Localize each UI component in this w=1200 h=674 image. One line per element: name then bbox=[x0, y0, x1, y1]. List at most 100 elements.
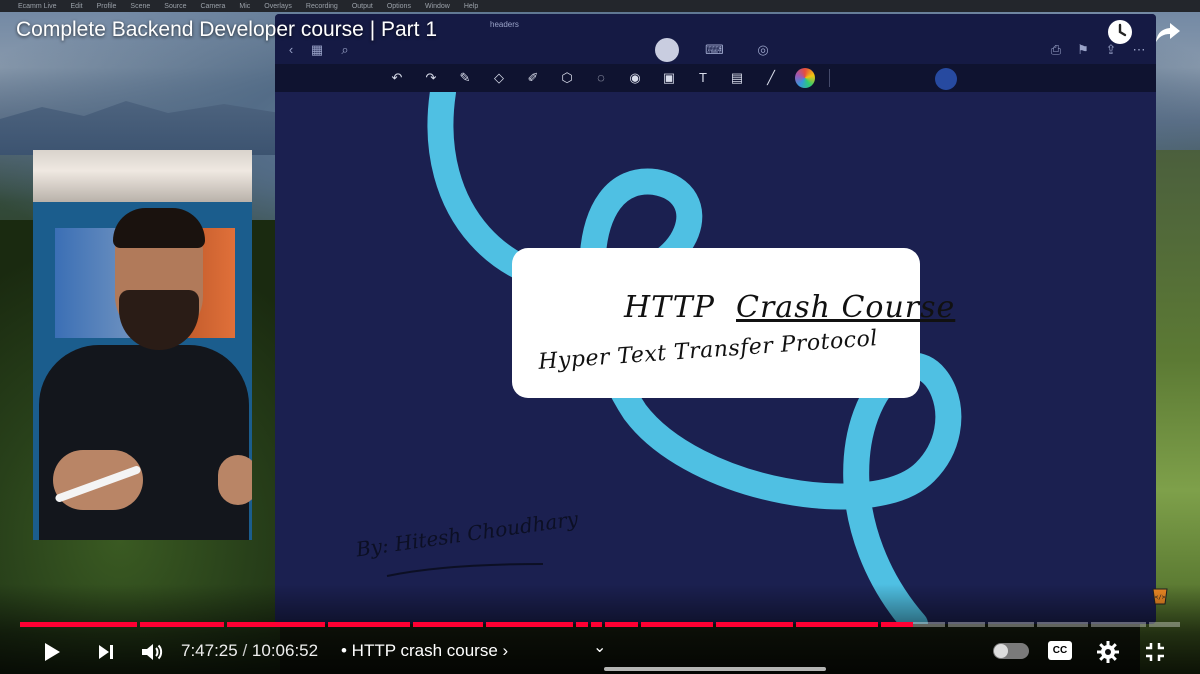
presenter-beard bbox=[119, 290, 199, 350]
menubar-item[interactable]: Overlays bbox=[264, 3, 292, 10]
progress-fill bbox=[20, 622, 138, 627]
progress-fill bbox=[327, 622, 410, 627]
progress-fill bbox=[641, 622, 713, 627]
eye-icon[interactable]: ◉ bbox=[625, 68, 645, 88]
lasso-icon[interactable]: ◌ bbox=[591, 68, 611, 88]
presenter-hair bbox=[113, 208, 205, 248]
autoplay-toggle[interactable] bbox=[993, 643, 1029, 659]
volume-icon bbox=[142, 644, 163, 660]
mic-icon[interactable]: ◎ bbox=[755, 42, 771, 58]
chapter-segment[interactable] bbox=[1090, 622, 1146, 627]
chapter-segment[interactable] bbox=[715, 622, 793, 627]
progress-fill bbox=[575, 622, 589, 627]
menubar-item[interactable]: Camera bbox=[200, 3, 225, 10]
byline-underline bbox=[386, 563, 544, 577]
title-http: HTTP Crash Course bbox=[624, 290, 956, 325]
chapter-segment[interactable] bbox=[140, 622, 225, 627]
title-crash-course: Crash Course bbox=[736, 290, 956, 325]
captions-button[interactable]: CC bbox=[1048, 641, 1072, 660]
menubar-item[interactable]: Recording bbox=[306, 3, 338, 10]
gear-icon bbox=[1097, 641, 1119, 663]
chapter-title[interactable]: • HTTP crash course › bbox=[341, 641, 508, 661]
menubar-item[interactable]: Options bbox=[387, 3, 411, 10]
chapter-segment[interactable] bbox=[1036, 622, 1088, 627]
grid-icon[interactable]: ▦ bbox=[309, 42, 325, 58]
play-button[interactable] bbox=[38, 638, 66, 666]
video-title[interactable]: Complete Backend Developer course | Part… bbox=[16, 18, 437, 42]
chapter-segment[interactable] bbox=[881, 622, 946, 627]
progress-fill bbox=[591, 622, 603, 627]
chapter-segment[interactable] bbox=[641, 622, 713, 627]
pause-toggle-knob bbox=[994, 644, 1008, 658]
redo-icon[interactable]: ↷ bbox=[421, 68, 441, 88]
mac-menubar: Ecamm Live Edit Profile Scene Source Camera Mi… bbox=[0, 0, 1200, 12]
presenter-body bbox=[39, 345, 249, 540]
menubar-item[interactable]: Profile bbox=[97, 3, 117, 10]
share-icon[interactable] bbox=[1154, 18, 1182, 46]
image-icon[interactable]: ▣ bbox=[659, 68, 679, 88]
drawing-toolbar: ↶ ↷ ✎ ◇ ✐ ⬡ ◌ ◉ ▣ T ▤ ╱ bbox=[275, 64, 1156, 92]
back-icon[interactable]: ‹ bbox=[283, 42, 299, 58]
scrub-handle-bar[interactable] bbox=[604, 667, 826, 671]
ruler-icon[interactable]: ╱ bbox=[761, 68, 781, 88]
chapter-segment[interactable] bbox=[591, 622, 603, 627]
chapter-segment[interactable] bbox=[412, 622, 483, 627]
menubar-item[interactable]: Mic bbox=[239, 3, 250, 10]
next-icon bbox=[99, 645, 113, 659]
clock-icon[interactable] bbox=[1106, 18, 1134, 46]
chapter-segment[interactable] bbox=[575, 622, 589, 627]
menubar-item[interactable]: Window bbox=[425, 3, 450, 10]
toolbar-divider bbox=[829, 69, 830, 87]
progress-bar[interactable] bbox=[20, 622, 1180, 627]
notes-canvas[interactable]: HTTP Crash Course Hyper Text Transfer Pr… bbox=[275, 92, 1156, 624]
bookmark-icon[interactable]: ⚑ bbox=[1075, 42, 1091, 58]
chapter-segment[interactable] bbox=[485, 622, 573, 627]
volume-button[interactable] bbox=[139, 638, 165, 666]
progress-fill bbox=[140, 622, 225, 627]
chapter-segment[interactable] bbox=[20, 622, 138, 627]
chapter-segment[interactable] bbox=[327, 622, 410, 627]
menubar-item[interactable]: Output bbox=[352, 3, 373, 10]
chapter-segment[interactable] bbox=[987, 622, 1034, 627]
chapter-segment[interactable] bbox=[605, 622, 639, 627]
chapter-segment[interactable] bbox=[795, 622, 879, 627]
pen-mode-icon[interactable] bbox=[655, 38, 679, 62]
camera-icon[interactable]: ▤ bbox=[727, 68, 747, 88]
menubar-item[interactable]: Edit bbox=[71, 3, 83, 10]
progress-fill bbox=[605, 622, 639, 627]
color-picker-icon[interactable] bbox=[795, 68, 815, 88]
settings-button[interactable] bbox=[1096, 638, 1120, 666]
undo-icon[interactable]: ↶ bbox=[387, 68, 407, 88]
pen-tool-icon[interactable]: ✎ bbox=[455, 68, 475, 88]
exit-fullscreen-icon bbox=[1146, 643, 1164, 661]
progress-fill bbox=[485, 622, 573, 627]
export-icon[interactable]: ⎙ bbox=[1048, 42, 1064, 58]
duration: 10:06:52 bbox=[251, 641, 319, 660]
text-icon[interactable]: T bbox=[693, 68, 713, 88]
chevron-down-icon[interactable]: ⌄ bbox=[593, 637, 606, 657]
webcam-ceiling bbox=[33, 150, 252, 202]
menubar-item[interactable]: Scene bbox=[130, 3, 150, 10]
chapter-segment[interactable] bbox=[227, 622, 325, 627]
highlighter-icon[interactable]: ✐ bbox=[523, 68, 543, 88]
next-button[interactable] bbox=[93, 638, 119, 666]
progress-fill bbox=[412, 622, 483, 627]
keyboard-icon[interactable]: ⌨ bbox=[705, 42, 724, 58]
chapter-segment[interactable] bbox=[948, 622, 985, 627]
presenter-right-hand bbox=[218, 455, 252, 505]
menubar-item[interactable]: Help bbox=[464, 3, 478, 10]
shapes-icon[interactable]: ⬡ bbox=[557, 68, 577, 88]
current-time: 7:47:25 bbox=[181, 641, 238, 660]
search-icon[interactable]: ⌕ bbox=[337, 42, 353, 58]
menubar-item[interactable]: Ecamm Live bbox=[18, 3, 57, 10]
chapter-segment[interactable] bbox=[1148, 622, 1180, 627]
progress-fill bbox=[881, 622, 914, 627]
current-color-swatch[interactable] bbox=[935, 68, 957, 90]
eraser-icon[interactable]: ◇ bbox=[489, 68, 509, 88]
menubar-item[interactable]: Source bbox=[164, 3, 186, 10]
title-card: HTTP Crash Course Hyper Text Transfer Pr… bbox=[512, 248, 954, 398]
notes-tab-label[interactable]: headers bbox=[490, 20, 519, 29]
exit-fullscreen-button[interactable] bbox=[1142, 638, 1168, 666]
progress-fill bbox=[795, 622, 879, 627]
progress-fill bbox=[715, 622, 793, 627]
